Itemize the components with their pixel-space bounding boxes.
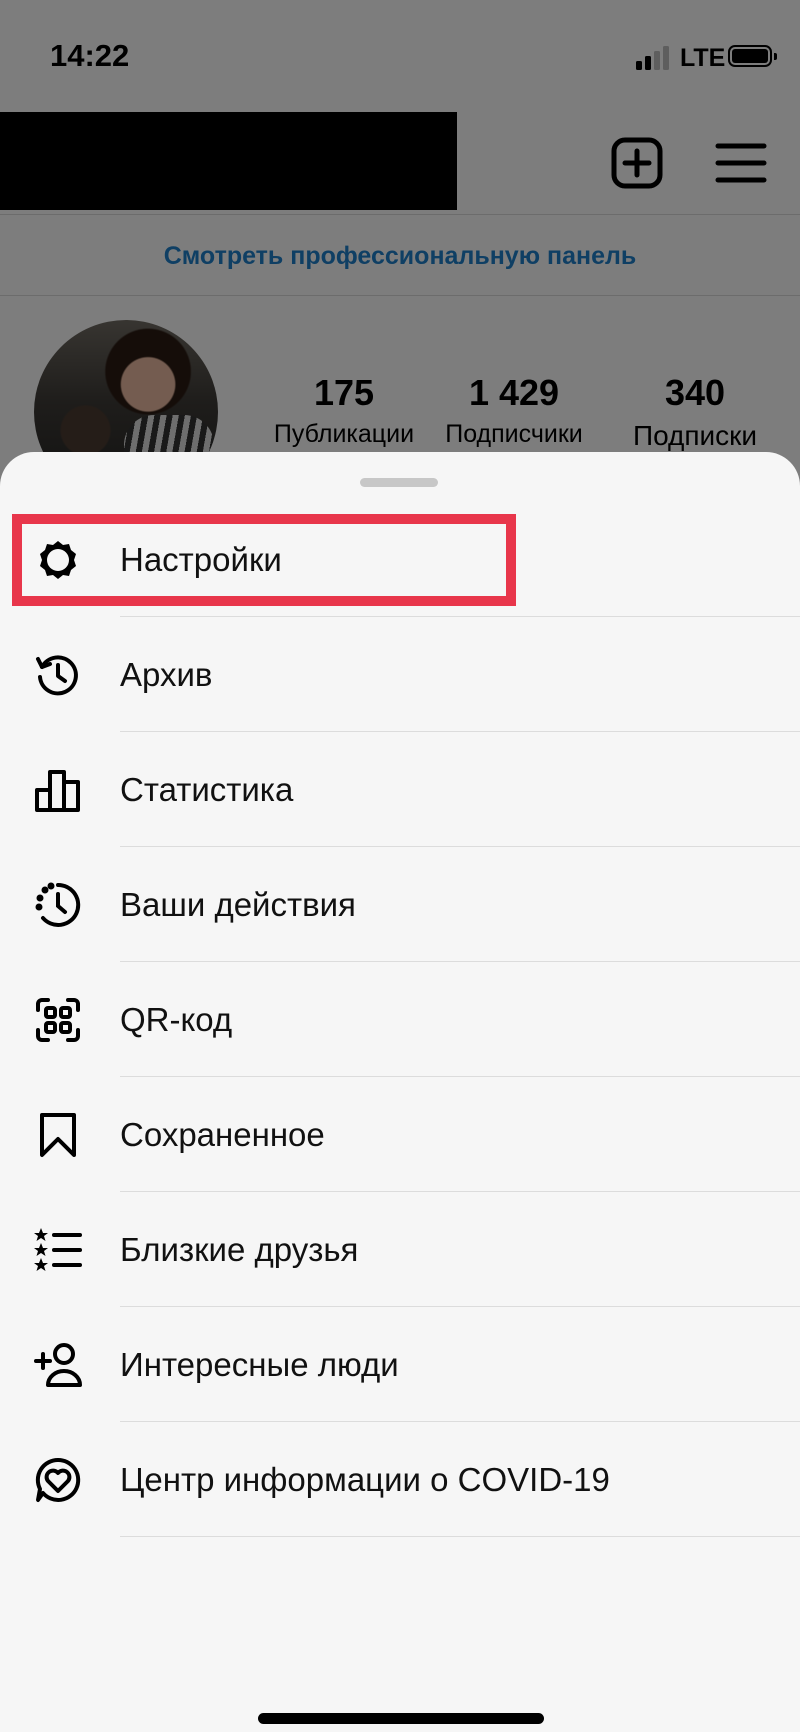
discover-people-icon bbox=[34, 1343, 82, 1387]
your-activity-icon bbox=[35, 882, 81, 927]
menu-item-label: Близкие друзья bbox=[120, 1231, 359, 1268]
insights-bar-chart-icon bbox=[35, 770, 80, 812]
menu-item-qr-code[interactable]: QR-код bbox=[0, 962, 800, 1077]
menu-item-label: Архив bbox=[120, 656, 213, 693]
menu-item-label: Статистика bbox=[120, 771, 294, 808]
archive-history-icon bbox=[36, 655, 78, 696]
menu-item-label: Сохраненное bbox=[120, 1116, 325, 1153]
menu-item-discover-people[interactable]: Интересные люди bbox=[0, 1307, 800, 1422]
sheet-grabber-handle[interactable] bbox=[360, 478, 438, 487]
options-bottom-sheet: Настройки Архив Статистика Ваши действия… bbox=[0, 452, 800, 1732]
instagram-profile-screen: 14:22 LTE Смотреть профессиональную пане… bbox=[0, 0, 800, 1732]
menu-item-label: QR-код bbox=[120, 1001, 233, 1038]
menu-item-label: Ваши действия bbox=[120, 886, 356, 923]
menu-item-archive[interactable]: Архив bbox=[0, 617, 800, 732]
menu-item-label: Интересные люди bbox=[120, 1346, 399, 1383]
menu-item-saved[interactable]: Сохраненное bbox=[0, 1077, 800, 1192]
settings-highlight-box bbox=[12, 514, 516, 606]
menu-item-your-activity[interactable]: Ваши действия bbox=[0, 847, 800, 962]
close-friends-list-icon bbox=[34, 1228, 82, 1271]
covid-info-heart-icon bbox=[35, 1457, 81, 1502]
qr-code-icon bbox=[36, 998, 80, 1042]
bookmark-icon bbox=[40, 1113, 76, 1157]
menu-item-label: Центр информации о COVID-19 bbox=[120, 1461, 610, 1498]
menu-item-covid-info[interactable]: Центр информации о COVID-19 bbox=[0, 1422, 800, 1537]
menu-item-close-friends[interactable]: Близкие друзья bbox=[0, 1192, 800, 1307]
home-indicator[interactable] bbox=[258, 1713, 544, 1724]
menu-item-insights[interactable]: Статистика bbox=[0, 732, 800, 847]
